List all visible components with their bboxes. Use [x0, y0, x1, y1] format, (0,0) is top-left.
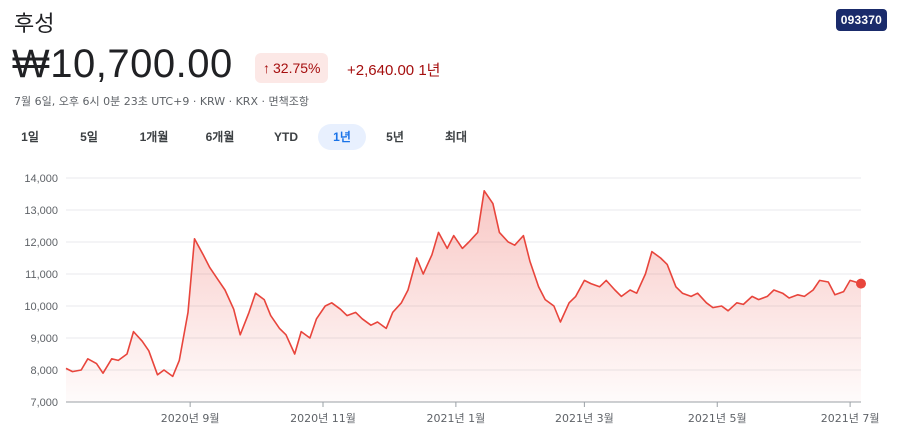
ticker-badge: 093370 — [835, 9, 887, 31]
tab-max[interactable]: 최대 — [438, 124, 474, 150]
x-tick-label: 2021년 5월 — [688, 412, 747, 425]
y-tick-label: 10,000 — [24, 301, 58, 313]
y-axis-labels: 7,000 8,000 9,000 10,000 11,000 12,000 13,000 1… — [24, 173, 58, 409]
x-axis: 2020년 9월 2020년 11월 2021년 1월 2021년 3월 2021년 5… — [161, 402, 880, 425]
change-percent-badge: ↑ 32.75% — [255, 53, 329, 83]
tab-1y[interactable]: 1년 — [318, 124, 366, 150]
x-tick-label: 2021년 7월 — [821, 412, 880, 425]
tab-ytd[interactable]: YTD — [266, 124, 306, 150]
y-tick-label: 12,000 — [24, 237, 58, 249]
current-price: ₩10,700.00 — [12, 42, 233, 86]
tab-6m[interactable]: 6개월 — [197, 124, 243, 150]
y-tick-label: 13,000 — [24, 205, 58, 217]
tab-5d[interactable]: 5일 — [73, 124, 105, 150]
change-percent: 32.75% — [273, 60, 321, 76]
up-arrow-icon: ↑ — [263, 60, 270, 76]
tab-1m[interactable]: 1개월 — [131, 124, 177, 150]
y-tick-label: 11,000 — [25, 269, 58, 281]
price-chart: 7,000 8,000 9,000 10,000 11,000 12,000 13,000 1… — [24, 173, 880, 425]
price-area — [66, 190, 861, 402]
tab-1d[interactable]: 1일 — [14, 124, 46, 150]
y-tick-label: 8,000 — [30, 365, 58, 377]
x-tick-label: 2020년 11월 — [290, 412, 356, 425]
change-amount: +2,640.00 1년 — [347, 59, 440, 80]
x-tick-label: 2021년 3월 — [555, 412, 614, 425]
x-tick-label: 2021년 1월 — [427, 412, 486, 425]
y-tick-label: 7,000 — [30, 397, 58, 409]
last-price-point[interactable] — [856, 278, 866, 289]
stock-title: 후성 — [14, 12, 55, 37]
change-absolute: +2,640.00 — [347, 62, 415, 79]
y-tick-label: 9,000 — [30, 333, 58, 345]
y-tick-label: 14,000 — [24, 173, 58, 185]
quote-meta: 7월 6일, 오후 6시 0분 23초 UTC+9 · KRW · KRX · … — [14, 95, 309, 108]
change-period: 1년 — [418, 62, 441, 79]
tab-5y[interactable]: 5년 — [379, 124, 411, 150]
x-tick-label: 2020년 9월 — [161, 412, 220, 425]
